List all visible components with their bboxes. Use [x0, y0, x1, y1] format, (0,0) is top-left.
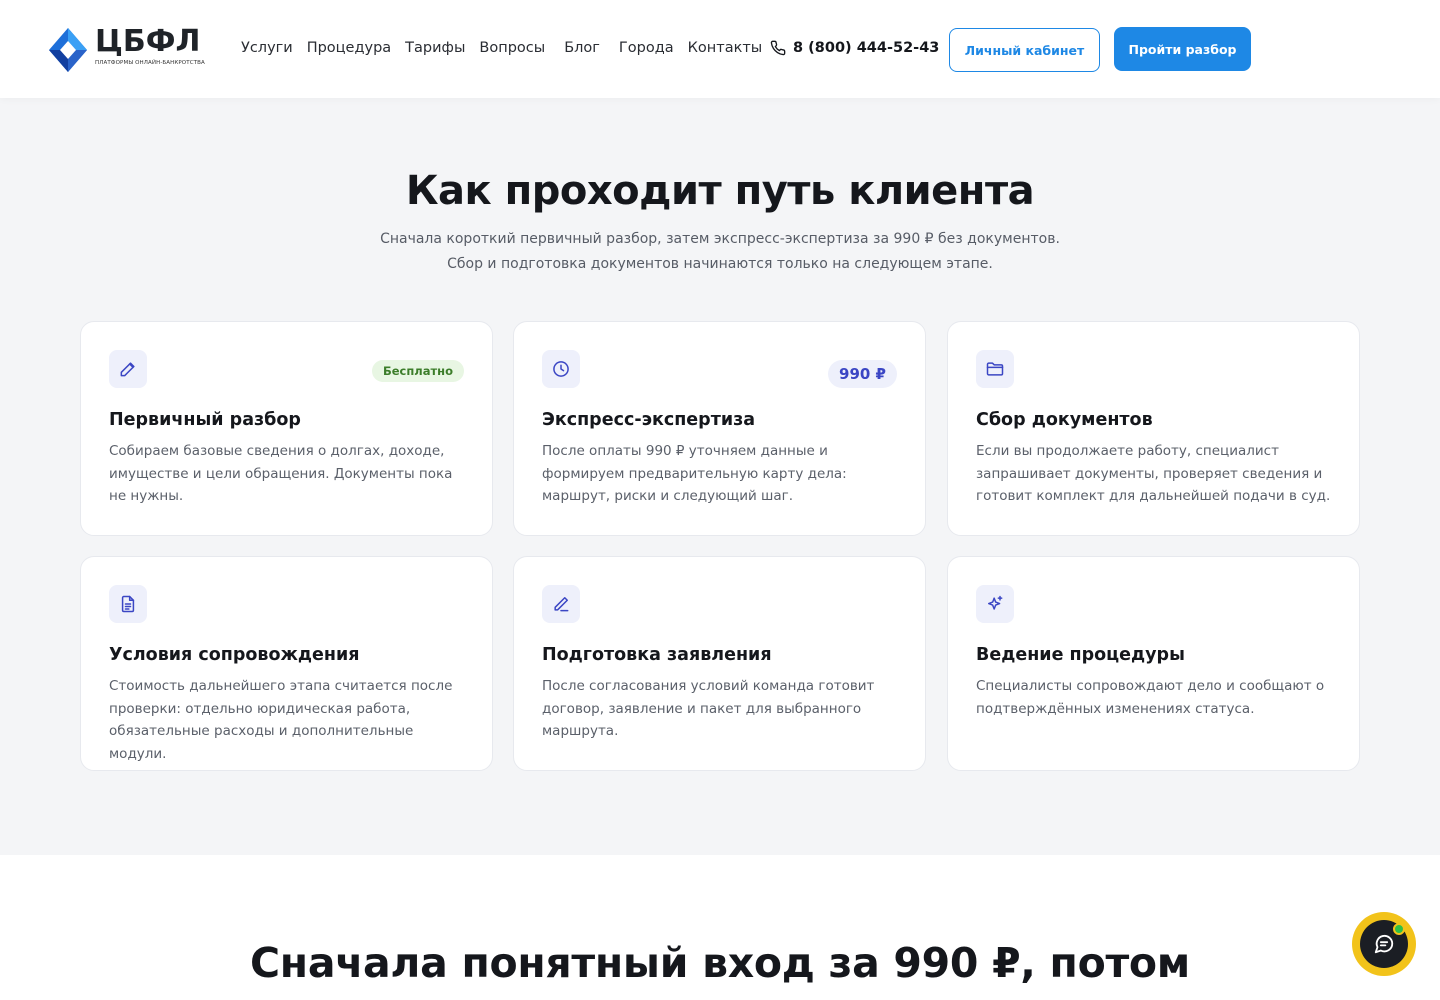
card-title: Первичный разбор: [109, 410, 301, 430]
nav-blog[interactable]: Блог: [564, 40, 600, 56]
section-lead: Сначала короткий первичный разбор, затем…: [380, 231, 1060, 272]
pencil-icon: [109, 350, 147, 388]
account-button[interactable]: Личный кабинет: [949, 28, 1100, 72]
nav-procedure[interactable]: Процедура: [307, 40, 391, 56]
logo[interactable]: ЦБФЛ ПЛАТФОРМЫ ОНЛАЙН-БАНКРОТСТВА: [47, 26, 205, 74]
card-title: Подготовка заявления: [542, 645, 772, 665]
chat-widget-button[interactable]: [1352, 912, 1416, 976]
step-card: Условия сопровождения Стоимость дальнейш…: [80, 556, 493, 771]
pen-icon: [542, 585, 580, 623]
site-header: ЦБФЛ ПЛАТФОРМЫ ОНЛАЙН-БАНКРОТСТВА Услуги…: [0, 0, 1440, 98]
step-card: Сбор документов Если вы продолжаете рабо…: [947, 321, 1360, 536]
step-card: Подготовка заявления После согласования …: [513, 556, 926, 771]
card-description: Если вы продолжаете работу, специалист з…: [976, 443, 1331, 504]
start-review-button[interactable]: Пройти разбор: [1114, 27, 1251, 71]
card-description: Специалисты сопровождают дело и сообщают…: [976, 678, 1325, 717]
nav-cities[interactable]: Города: [619, 40, 674, 56]
nav-contacts[interactable]: Контакты: [688, 40, 763, 56]
price-badge: 990 ₽: [828, 360, 897, 388]
nav-questions[interactable]: Вопросы: [479, 40, 545, 56]
sparkle-icon: [976, 585, 1014, 623]
phone-icon: [770, 40, 786, 56]
document-icon: [109, 585, 147, 623]
card-description: После согласования условий команда готов…: [542, 678, 875, 739]
card-description: После оплаты 990 ₽ уточняем данные и фор…: [542, 443, 847, 504]
step-card: Ведение процедуры Специалисты сопровожда…: [947, 556, 1360, 771]
card-title: Ведение процедуры: [976, 645, 1185, 665]
phone-link[interactable]: 8 (800) 444-52-43: [770, 40, 939, 56]
card-title: Сбор документов: [976, 410, 1153, 430]
phone-number: 8 (800) 444-52-43: [793, 40, 940, 56]
pricing-section: Сначала понятный вход за 990 ₽, потом: [0, 855, 1440, 1000]
card-title: Экспресс-экспертиза: [542, 410, 756, 430]
folder-icon: [976, 350, 1014, 388]
logo-mark-icon: [49, 28, 87, 72]
main-nav: Услуги Процедура Тарифы Вопросы Блог Гор…: [241, 40, 776, 56]
step-card: 990 ₽ Экспресс-экспертиза После оплаты 9…: [513, 321, 926, 536]
clock-icon: [542, 350, 580, 388]
card-title: Условия сопровождения: [109, 645, 360, 665]
nav-tariffs[interactable]: Тарифы: [405, 40, 465, 56]
logo-title: ЦБФЛ: [95, 24, 201, 59]
card-description: Стоимость дальнейшего этапа считается по…: [109, 678, 453, 762]
step-card: Бесплатно Первичный разбор Собираем базо…: [80, 321, 493, 536]
pricing-title: Сначала понятный вход за 990 ₽, потом: [250, 939, 1190, 987]
logo-subtitle: ПЛАТФОРМЫ ОНЛАЙН-БАНКРОТСТВА: [95, 60, 205, 66]
nav-services[interactable]: Услуги: [241, 40, 293, 56]
online-status-dot: [1393, 923, 1405, 935]
card-description: Собираем базовые сведения о долгах, дохо…: [109, 443, 453, 504]
section-title: Как проходит путь клиента: [405, 168, 1035, 214]
free-badge: Бесплатно: [371, 360, 464, 382]
